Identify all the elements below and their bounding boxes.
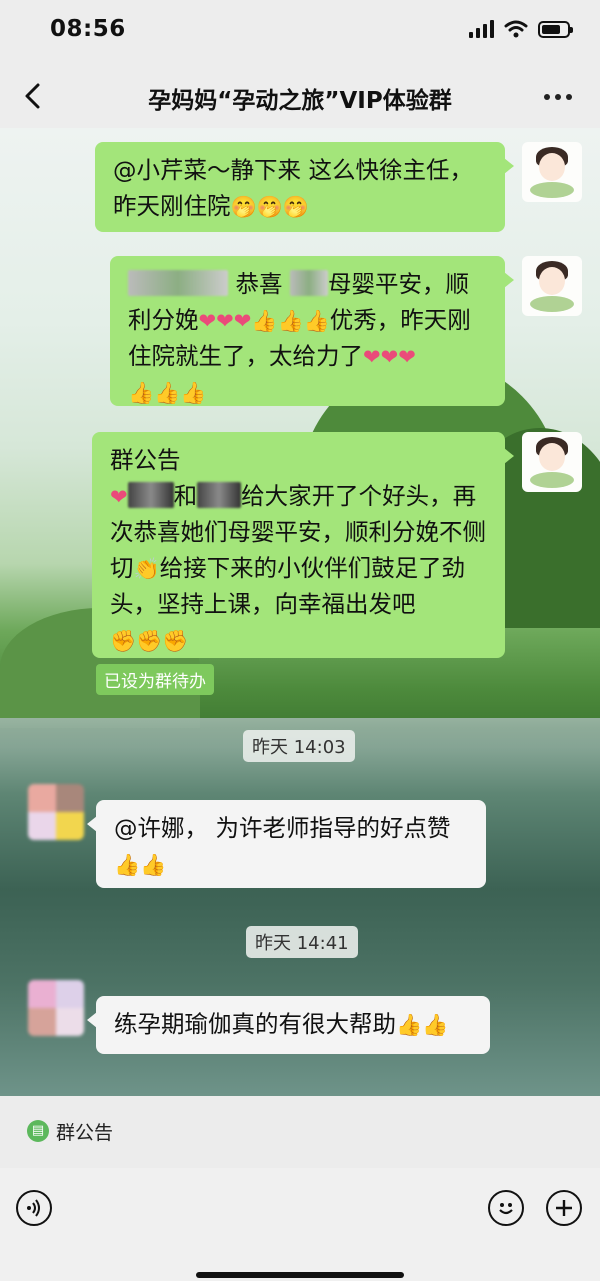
announcement-bar[interactable]: ▤ 群公告: [0, 1096, 600, 1168]
redacted-name: [128, 270, 228, 296]
thumbs-up-emoji: 👍👍: [114, 853, 167, 877]
thumbs-up-emoji: 👍👍: [396, 1013, 449, 1037]
wifi-icon: [504, 20, 528, 38]
thumbs-up-emoji: 👍👍👍: [251, 309, 330, 333]
avatar[interactable]: [522, 432, 582, 492]
home-indicator: [196, 1272, 404, 1278]
status-time: 08:56: [50, 16, 126, 42]
message-bubble[interactable]: @小芹菜～静下来 这么快徐主任，昨天刚住院🤭🤭🤭: [95, 142, 514, 232]
heart-emoji: ❤❤: [363, 345, 399, 369]
heart-emoji: ❤: [398, 345, 416, 369]
message-bubble[interactable]: @许娜， 为许老师指导的好点赞 👍👍: [87, 800, 486, 888]
fist-emoji: ✊✊✊: [110, 629, 189, 653]
message-text: 练孕期瑜伽真的有很大帮助: [114, 1010, 396, 1038]
timestamp: 昨天 14:03: [243, 730, 355, 762]
todo-tag[interactable]: 已设为群待办: [96, 664, 214, 695]
announcement-bubble[interactable]: 群公告 ❤ 和给大家开了个好头，再次恭喜她们母婴平安，顺利分娩不侧切👏给接下来的小…: [92, 432, 514, 658]
avatar[interactable]: [522, 142, 582, 202]
message-text: 恭喜: [235, 270, 283, 298]
redacted-name: [197, 482, 242, 508]
emoji-hug: 🤭🤭🤭: [230, 195, 309, 219]
heart-emoji: ❤: [110, 485, 128, 509]
avatar[interactable]: [522, 256, 582, 316]
plus-icon[interactable]: [546, 1190, 582, 1226]
battery-icon: [538, 20, 573, 38]
redacted-name: [289, 270, 328, 296]
status-bar: 08:56: [0, 0, 600, 64]
redacted-name: [127, 482, 174, 508]
message-bubble[interactable]: 练孕期瑜伽真的有很大帮助👍👍: [87, 996, 490, 1054]
status-icons: [469, 20, 573, 38]
input-bar: [0, 1168, 600, 1281]
avatar[interactable]: [28, 980, 84, 1036]
announcement-title: 群公告: [110, 446, 181, 474]
chat-title: 孕妈妈“孕动之旅”VIP体验群: [148, 88, 452, 114]
timestamp: 昨天 14:41: [246, 926, 358, 958]
message-text: 和: [173, 482, 198, 510]
message-text: @许娜， 为许老师指导的好点赞: [114, 814, 451, 842]
message-bubble[interactable]: 恭喜 母婴平安，顺利分娩❤❤❤👍👍👍优秀，昨天刚住院就生了，太给力了❤❤❤👍👍👍: [110, 256, 514, 406]
more-dots-icon[interactable]: [544, 82, 574, 112]
chat-header: 孕妈妈“孕动之旅”VIP体验群: [0, 64, 600, 128]
emoji-icon[interactable]: [488, 1190, 524, 1226]
thumbs-up-emoji: 👍👍👍: [128, 381, 207, 405]
clap-emoji: 👏: [133, 557, 160, 581]
voice-icon[interactable]: [16, 1190, 52, 1226]
signal-icon: [469, 20, 494, 38]
message-text: 给接下来的小伙伴们鼓足了劲头，坚持上课，向幸福出发吧: [110, 554, 466, 618]
avatar[interactable]: [28, 784, 84, 840]
heart-emoji: ❤❤❤: [198, 309, 252, 333]
announcement-icon: ▤: [27, 1120, 49, 1142]
announcement-label: 群公告: [56, 1122, 114, 1144]
chat-area[interactable]: @小芹菜～静下来 这么快徐主任，昨天刚住院🤭🤭🤭 恭喜 母婴平安，顺利分娩❤❤❤…: [0, 128, 600, 1096]
